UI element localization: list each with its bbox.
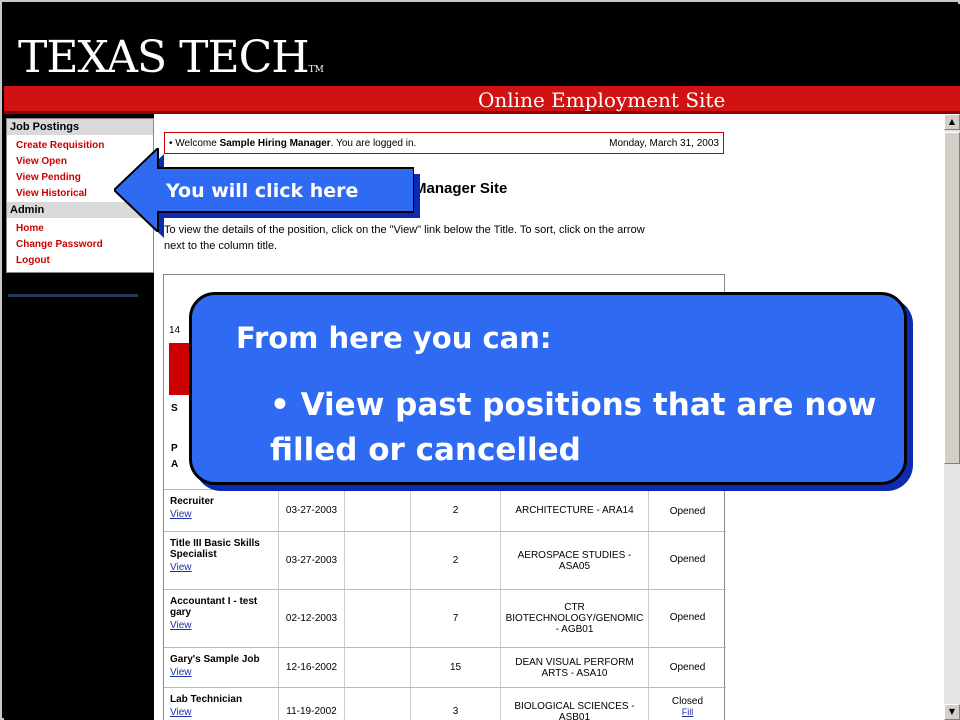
row-date: 03-27-2003 [278,532,344,589]
current-date: Monday, March 31, 2003 [609,138,719,149]
logo-text: TEXAS TECH [18,32,310,83]
row-count: 2 [410,490,500,531]
row-fragment-s: S [171,403,178,414]
view-link[interactable]: View [170,509,272,520]
click-here-arrow: You will click here [114,148,426,240]
logo-trademark: TM [308,65,324,75]
view-link[interactable]: View [170,562,272,573]
site-header: TEXAS TECHTM [4,4,960,86]
row-empty-cell [344,490,410,531]
row-department: DEAN VISUAL PERFORM ARTS - ASA10 [500,648,648,687]
table-count-fragment: 14 [169,325,181,336]
row-department: ARCHITECTURE - ARA14 [500,490,648,531]
row-date: 02-12-2003 [278,590,344,647]
row-count: 7 [410,590,500,647]
table-row: Accountant I - test gary View 02-12-2003 … [164,589,726,647]
arrow-label: You will click here [166,180,359,202]
instruction-callout: From here you can: • View past positions… [189,292,907,485]
row-department: CTR BIOTECHNOLOGY/GENOMIC - AGB01 [500,590,648,647]
page-title: Manager Site [414,180,508,197]
row-count: 2 [410,532,500,589]
table-row: Title III Basic Skills Specialist View 03… [164,531,726,589]
row-fragment-p: P [171,443,178,454]
row-date: 11-19-2002 [278,688,344,720]
table-header-fragment [169,343,189,395]
sidebar-item-logout[interactable]: Logout [7,253,153,269]
view-link[interactable]: View [170,667,272,678]
section-header-job-postings: Job Postings [7,119,153,135]
row-date: 12-16-2002 [278,648,344,687]
callout-heading: From here you can: [236,321,552,355]
row-empty-cell [344,648,410,687]
row-title: Lab Technician [170,694,243,705]
row-status: Opened [648,590,726,647]
row-empty-cell [344,688,410,720]
table-row: Recruiter View 03-27-2003 2 ARCHITECTURE … [164,489,726,531]
scrollbar-thumb[interactable] [944,132,960,464]
row-empty-cell [344,590,410,647]
row-title: Accountant I - test gary [170,596,258,618]
texas-tech-logo: TEXAS TECHTM [18,34,324,94]
vertical-scrollbar[interactable]: ▲ ▼ [944,114,960,720]
callout-bullet: • View past positions that are now fille… [270,387,877,468]
row-department: AEROSPACE STUDIES - ASA05 [500,532,648,589]
row-date: 03-27-2003 [278,490,344,531]
row-status: Closed [671,696,704,707]
banner-title: Online Employment Site [478,88,726,112]
row-empty-cell [344,532,410,589]
row-title: Title III Basic Skills Specialist [170,538,260,560]
row-fragment-a: A [171,459,179,470]
row-status: Opened [648,532,726,589]
view-link[interactable]: View [170,620,272,631]
browser-frame: TEXAS TECHTM Online Employment Site Job … [0,0,960,720]
row-status: Opened [648,648,726,687]
row-department: BIOLOGICAL SCIENCES - ASB01 [500,688,648,720]
sidebar-divider [8,294,138,297]
row-status: Opened [648,490,726,531]
scroll-down-button[interactable]: ▼ [944,704,960,720]
fill-link[interactable]: Fill [653,707,722,717]
row-title: Gary's Sample Job [170,654,260,665]
site-banner: Online Employment Site [4,86,960,114]
view-link[interactable]: View [170,707,272,718]
scroll-up-button[interactable]: ▲ [944,114,960,130]
row-title: Recruiter [170,496,214,507]
row-count: 15 [410,648,500,687]
row-count: 3 [410,688,500,720]
table-row: Gary's Sample Job View 12-16-2002 15 DEAN… [164,647,726,687]
table-row: Lab Technician View 11-19-2002 3 BIOLOGIC… [164,687,726,720]
